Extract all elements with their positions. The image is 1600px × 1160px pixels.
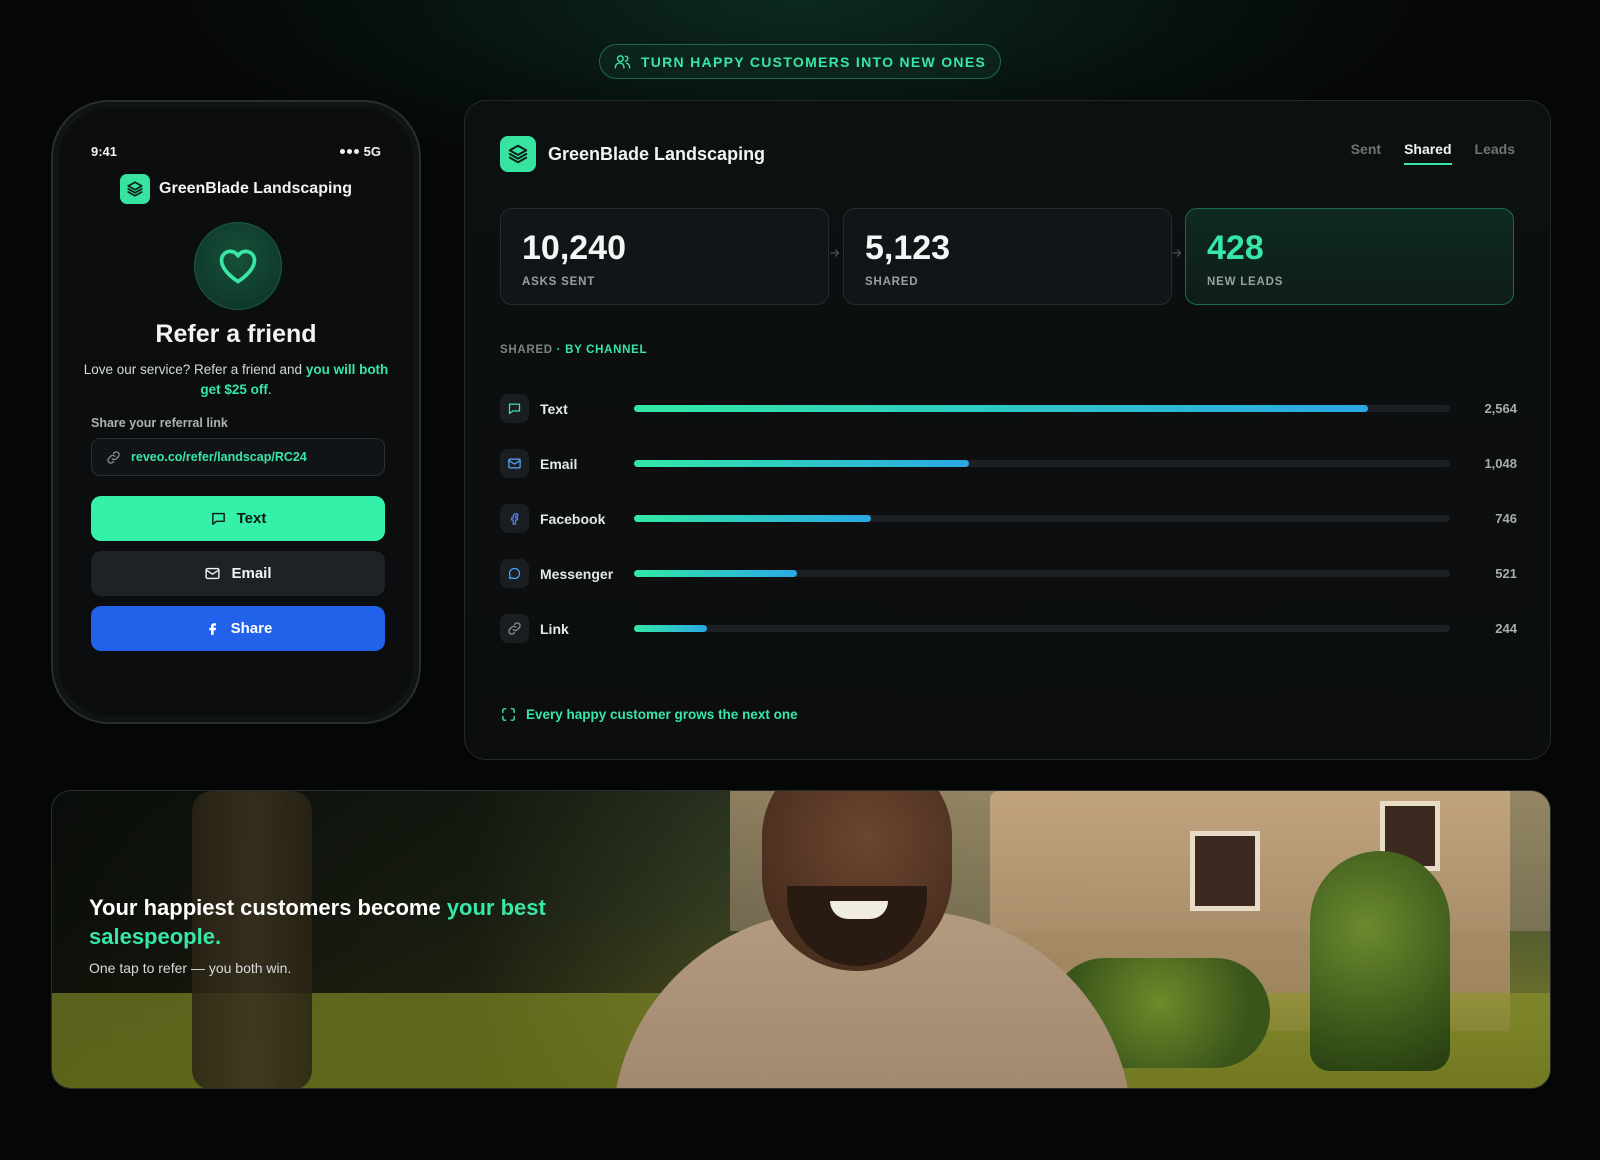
link-icon (107, 450, 120, 464)
channel-label: Link (540, 620, 569, 637)
signal-dots-icon (339, 149, 359, 154)
channel-row-text: Text 2,564 (500, 381, 1517, 436)
arrow-right-icon (829, 246, 841, 258)
link-icon (500, 614, 529, 643)
stat-value: 5,123 (865, 229, 951, 267)
heart-icon (219, 249, 257, 284)
banner-subline: One tap to refer — you both win. (89, 960, 292, 976)
channel-label: Messenger (540, 565, 614, 582)
stat-value: 428 (1207, 229, 1264, 267)
arrow-right-icon (1171, 246, 1183, 258)
hero-photo-banner: Your happiest customers become your best… (51, 790, 1551, 1089)
channel-row-email: Email 1,048 (500, 436, 1517, 491)
dashboard-brand-name: GreenBlade Landscaping (548, 143, 766, 164)
banner-smiling-man (612, 791, 1132, 1088)
facebook-icon (208, 623, 216, 635)
top-pill: TURN HAPPY CUSTOMERS INTO NEW ONES (599, 44, 1001, 79)
share-link-label: Share your referral link (91, 416, 228, 430)
channel-label: Email (540, 455, 578, 472)
users-icon (614, 55, 631, 69)
banner-window (1190, 831, 1260, 911)
channel-value: 244 (1495, 621, 1517, 636)
mail-icon (500, 449, 529, 478)
channel-bar-track (634, 460, 1450, 467)
banner-hedge (1310, 851, 1450, 1071)
dashboard-tabs: Sent Shared Leads (1351, 141, 1515, 165)
stat-card-shared: 5,123 SHARED (843, 208, 1172, 305)
channel-value: 521 (1495, 566, 1517, 581)
channel-row-messenger: Messenger 521 (500, 546, 1517, 601)
stat-label: ASKS SENT (522, 276, 596, 288)
channel-row-link: Link 244 (500, 601, 1517, 656)
phone-mockup: 9:41 5G GreenBlade Landscaping Refer a f… (51, 100, 421, 724)
refresh-cycle-icon (502, 708, 515, 721)
share-facebook-button[interactable]: Share (91, 606, 385, 651)
stat-label: NEW LEADS (1207, 276, 1284, 288)
status-signal: 5G (339, 144, 381, 159)
mail-icon (205, 567, 221, 580)
message-circle-icon (500, 559, 529, 588)
heart-badge (194, 222, 282, 310)
referral-link-text: reveo.co/refer/landscap/RC24 (131, 450, 307, 464)
stat-value: 10,240 (522, 229, 626, 267)
refer-description: Love our service? Refer a friend and you… (83, 362, 389, 397)
channel-bar-fill (634, 460, 969, 467)
status-time: 9:41 (91, 144, 118, 159)
phone-brand: GreenBlade Landscaping (53, 174, 419, 204)
top-pill-label: TURN HAPPY CUSTOMERS INTO NEW ONES (640, 53, 987, 70)
share-email-button[interactable]: Email (91, 551, 385, 596)
channel-value: 1,048 (1484, 456, 1517, 471)
stat-card-new-leads: 428 NEW LEADS (1185, 208, 1514, 305)
tab-sent[interactable]: Sent (1351, 141, 1381, 165)
status-network: 5G (363, 144, 381, 159)
message-square-icon (211, 512, 225, 525)
dashboard-tagline: Every happy customer grows the next one (500, 706, 798, 723)
channel-row-facebook: Facebook 746 (500, 491, 1517, 546)
channel-label: Text (540, 400, 568, 417)
facebook-icon (500, 504, 529, 533)
channel-bar-track (634, 515, 1450, 522)
status-bar: 9:41 5G (91, 144, 381, 159)
channel-bar-track (634, 405, 1450, 412)
message-square-icon (500, 394, 529, 423)
channel-bar-fill (634, 570, 798, 577)
channel-section-title: SHARED · BY CHANNEL (500, 344, 648, 356)
channel-bar-track (634, 625, 1450, 632)
layers-logo-icon (120, 174, 151, 204)
referral-link-field[interactable]: reveo.co/refer/landscap/RC24 (91, 438, 385, 476)
refer-title: Refer a friend (155, 320, 317, 348)
channel-bar-track (634, 570, 1450, 577)
stat-card-asks-sent: 10,240 ASKS SENT (500, 208, 829, 305)
channel-value: 2,564 (1484, 401, 1517, 416)
banner-copy: Your happiest customers become your best… (89, 893, 589, 976)
channel-bar-fill (634, 515, 871, 522)
channel-label: Facebook (540, 510, 606, 527)
stat-label: SHARED (865, 276, 919, 288)
channel-value: 746 (1495, 511, 1517, 526)
channel-bar-fill (634, 625, 708, 632)
tab-leads[interactable]: Leads (1475, 141, 1515, 165)
channel-bar-fill (634, 405, 1369, 412)
referral-dashboard: GreenBlade Landscaping Sent Shared Leads… (464, 100, 1551, 760)
tab-shared[interactable]: Shared (1404, 141, 1452, 165)
share-text-button[interactable]: Text (91, 496, 385, 541)
channel-list: Text 2,564 Email 1,048 Facebook 746 Mess… (500, 381, 1517, 656)
banner-headline: Your happiest customers become your best… (89, 895, 546, 949)
phone-brand-name: GreenBlade Landscaping (159, 180, 352, 197)
layers-logo-icon (500, 136, 536, 172)
dashboard-brand: GreenBlade Landscaping (500, 136, 765, 172)
